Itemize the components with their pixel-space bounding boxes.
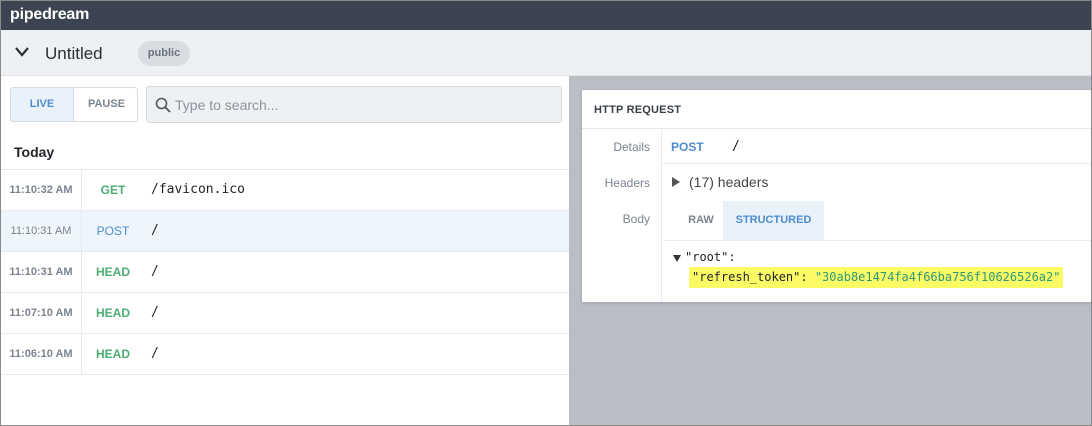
brand-logo[interactable]: pipedream	[10, 6, 89, 24]
event-time: 11:10:32 AM	[1, 170, 82, 210]
event-path: /	[151, 223, 159, 238]
body-tabs: RAW STRUCTURED	[663, 201, 1091, 241]
visibility-badge: public	[138, 41, 190, 66]
json-entry-highlighted: "refresh_token": "30ab8e1474fa4f66ba756f…	[689, 267, 1064, 288]
event-method: HEAD	[95, 265, 130, 279]
event-path: /	[151, 305, 159, 320]
event-time: 11:10:31 AM	[1, 252, 82, 292]
details-label: Details	[613, 140, 650, 154]
json-value: "30ab8e1474fa4f66ba756f10626526a2"	[814, 270, 1061, 284]
source-header: Untitled public	[1, 30, 1091, 76]
event-method: GET	[100, 183, 126, 197]
event-method: HEAD	[95, 306, 130, 320]
card-header: HTTP REQUEST	[582, 90, 1091, 129]
event-time: 11:07:10 AM	[1, 293, 82, 333]
event-row-selected[interactable]: 11:10:31 AM POST /	[1, 211, 569, 252]
event-row[interactable]: 11:06:10 AM HEAD /	[1, 334, 569, 375]
json-root-key[interactable]: "root":	[685, 250, 736, 264]
caret-right-icon[interactable]	[672, 177, 680, 187]
json-viewer: "root": "refresh_token": "30ab8e1474fa4f…	[663, 242, 1091, 302]
tab-raw[interactable]: RAW	[675, 201, 727, 240]
search-box	[146, 86, 562, 123]
event-method: HEAD	[95, 347, 130, 361]
headers-label: Headers	[604, 176, 650, 190]
group-heading: Today	[14, 144, 55, 160]
http-request-card: HTTP REQUEST Details Headers Body POST /…	[582, 90, 1091, 302]
divider	[662, 163, 1091, 164]
event-path: /	[151, 346, 159, 361]
event-row[interactable]: 11:10:32 AM GET /favicon.ico	[1, 170, 569, 211]
tab-structured[interactable]: STRUCTURED	[723, 201, 824, 240]
headers-toggle[interactable]: (17) headers	[689, 174, 768, 190]
app-window: pipedream Untitled public LIVE PAUSE Tod…	[0, 0, 1092, 426]
top-bar: pipedream	[1, 1, 1091, 30]
body-label: Body	[622, 212, 650, 226]
event-row[interactable]: 11:07:10 AM HEAD /	[1, 293, 569, 334]
caret-down-icon[interactable]	[673, 255, 681, 262]
live-button[interactable]: LIVE	[11, 88, 74, 121]
pause-button[interactable]: PAUSE	[75, 88, 137, 121]
event-list-panel: LIVE PAUSE Today 11:10:32 AM GET /favico…	[1, 76, 569, 425]
live-pause-toggle: LIVE PAUSE	[10, 87, 138, 122]
event-path: /favicon.ico	[151, 182, 245, 197]
event-detail-panel: HTTP REQUEST Details Headers Body POST /…	[569, 76, 1091, 425]
request-path: /	[732, 139, 740, 154]
card-title: HTTP REQUEST	[594, 104, 682, 116]
event-time: 11:10:31 AM	[1, 211, 82, 251]
event-method: POST	[96, 224, 130, 238]
event-path: /	[151, 264, 159, 279]
chevron-down-icon[interactable]	[15, 46, 29, 58]
event-row[interactable]: 11:10:31 AM HEAD /	[1, 252, 569, 293]
request-method: POST	[671, 140, 704, 154]
event-time: 11:06:10 AM	[1, 334, 82, 374]
search-icon	[155, 97, 171, 113]
json-key: "refresh_token":	[692, 270, 808, 284]
source-title[interactable]: Untitled	[45, 44, 103, 64]
search-input[interactable]	[175, 95, 555, 115]
label-column: Details Headers Body	[582, 130, 662, 302]
